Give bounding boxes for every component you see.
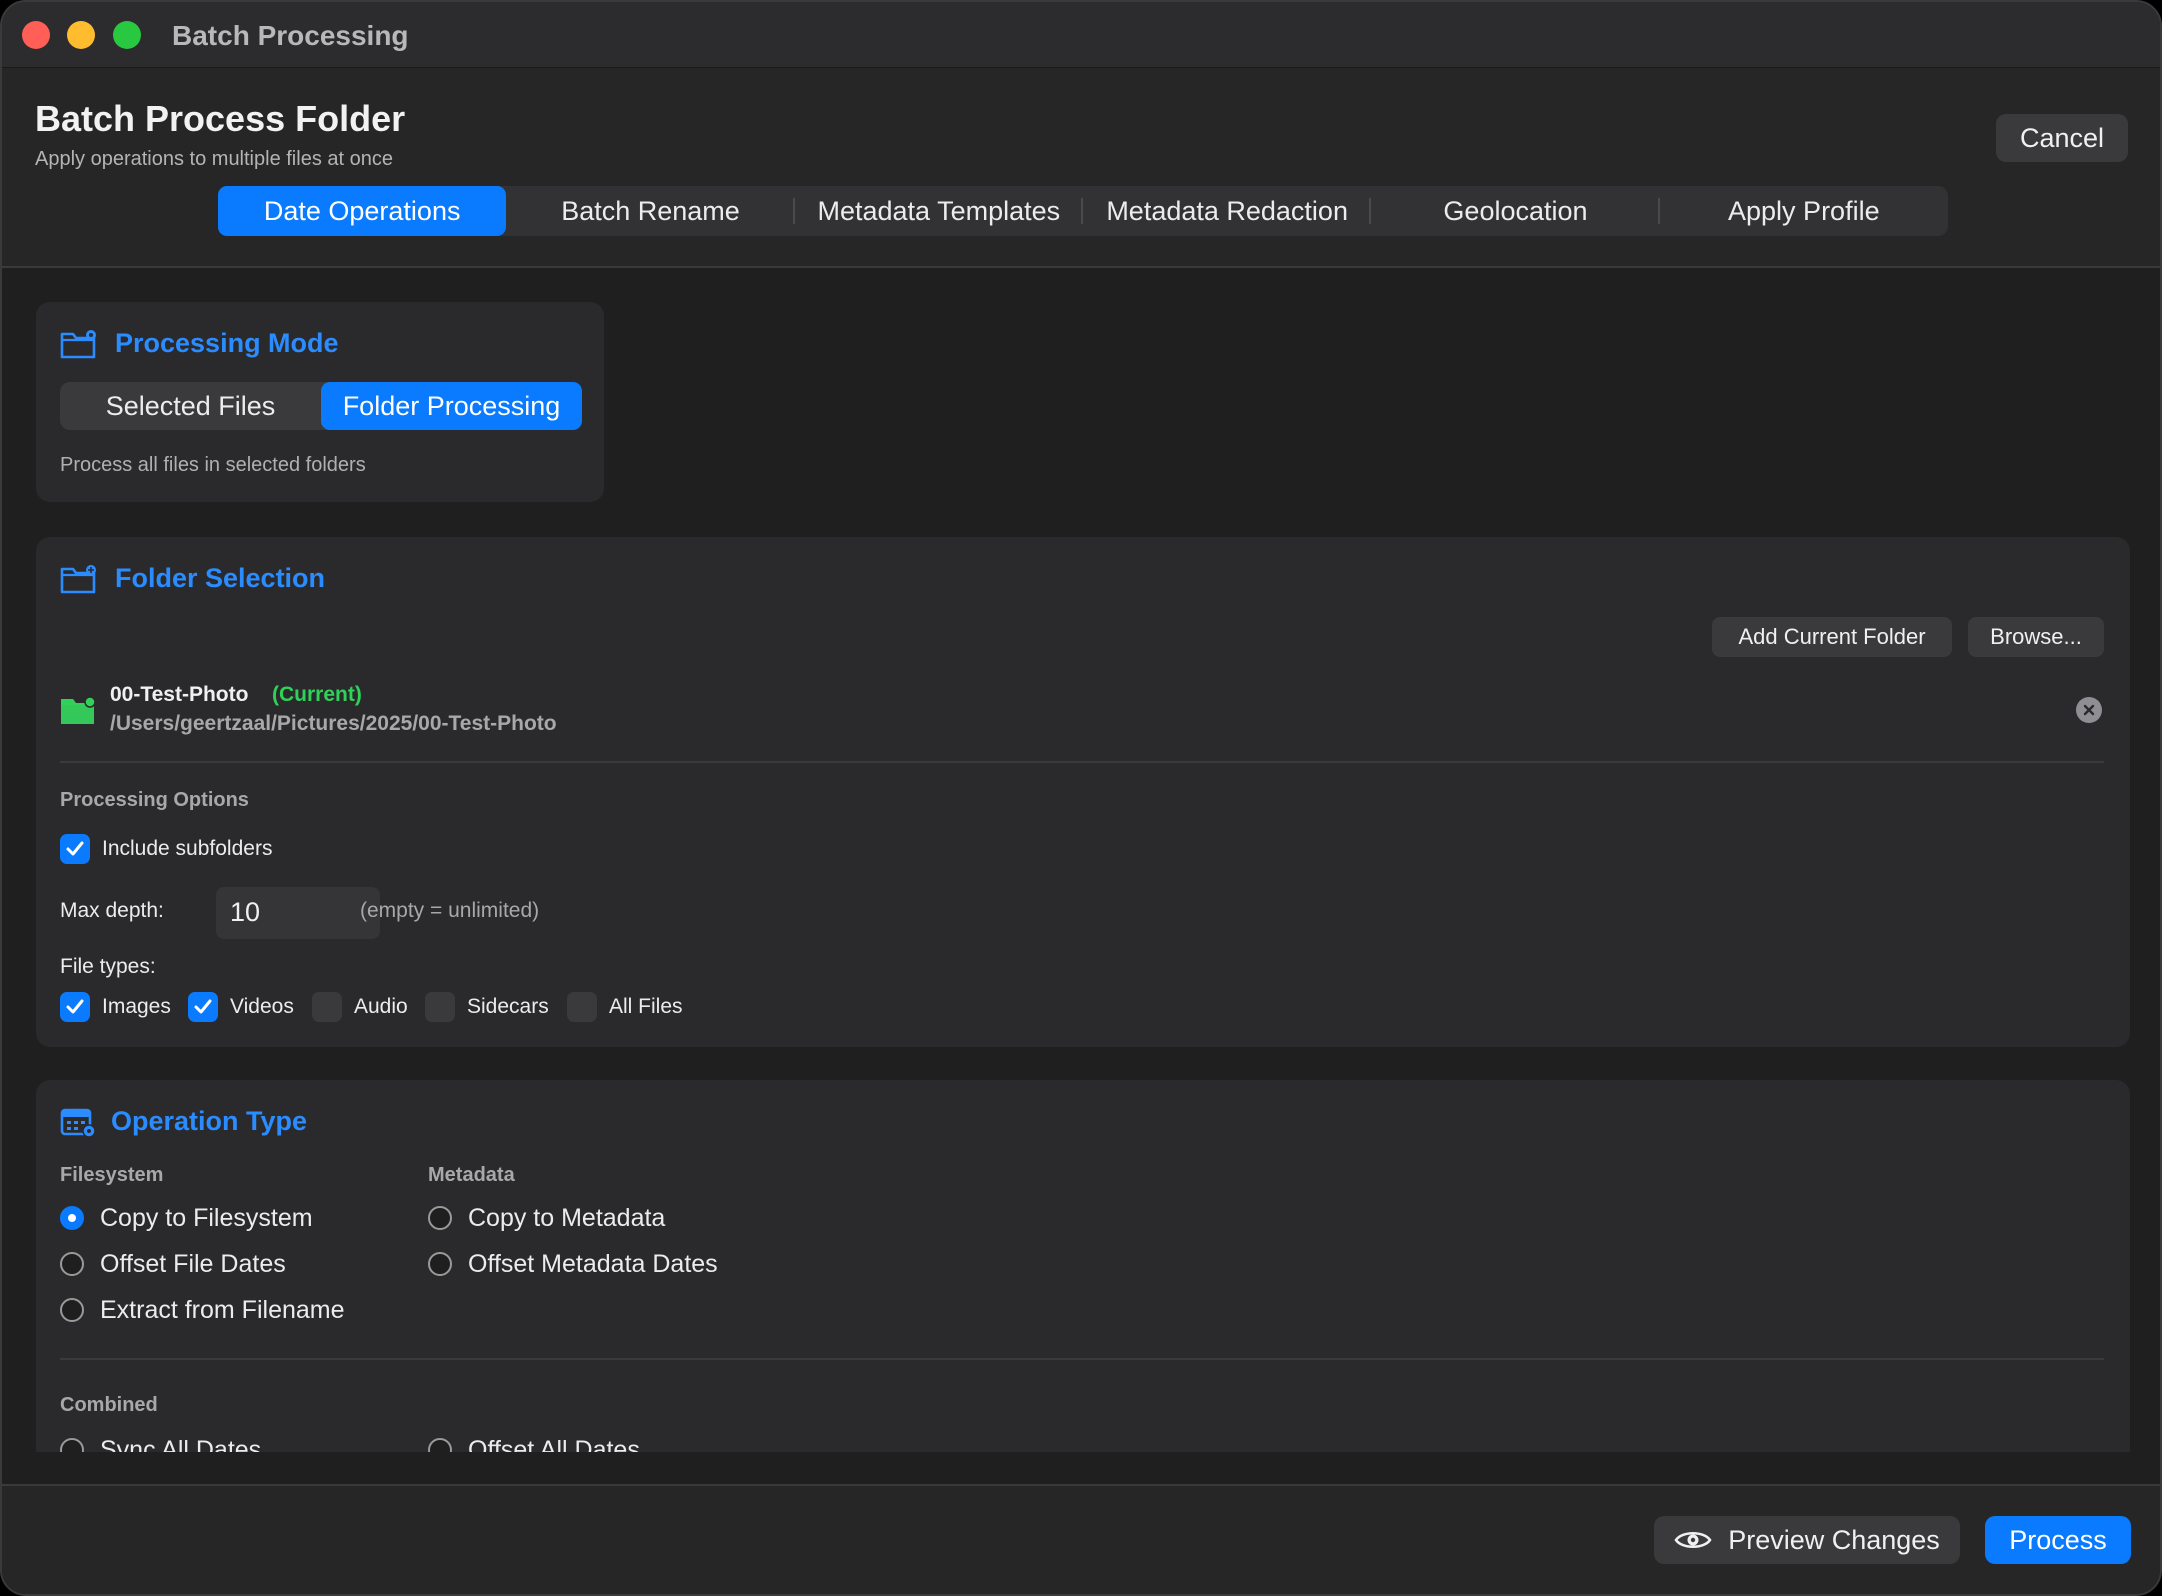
current-badge: (Current) xyxy=(272,683,362,706)
audio-checkbox[interactable] xyxy=(312,992,342,1022)
cancel-button[interactable]: Cancel xyxy=(1996,114,2128,162)
filesystem-group-label: Filesystem xyxy=(60,1164,164,1186)
folder-selection-card: Folder Selection Add Current Folder Brow… xyxy=(36,537,2130,1047)
folder-gear-icon xyxy=(60,330,96,359)
audio-label: Audio xyxy=(354,995,408,1018)
tab-label: Date Operations xyxy=(263,195,461,226)
tab-label: Metadata Redaction xyxy=(1106,195,1348,226)
minimize-window-button[interactable] xyxy=(67,21,95,49)
tab-metadata-redaction[interactable]: Metadata Redaction xyxy=(1083,186,1372,236)
folder-icon xyxy=(61,696,96,724)
processing-mode-card: Processing Mode Selected Files Folder Pr… xyxy=(36,302,604,502)
processing-mode-title: Processing Mode xyxy=(115,328,339,358)
offset-metadata-dates-radio[interactable] xyxy=(428,1252,452,1276)
page-title: Batch Process Folder xyxy=(35,98,406,139)
folder-path: /Users/geertzaal/Pictures/2025/00-Test-P… xyxy=(110,712,557,735)
checkmark-icon xyxy=(194,999,212,1014)
tab-batch-rename[interactable]: Batch Rename xyxy=(506,186,795,236)
sync-all-dates-label: Sync All Dates xyxy=(100,1436,262,1452)
tab-apply-profile[interactable]: Apply Profile xyxy=(1660,186,1948,236)
metadata-group-label: Metadata xyxy=(428,1164,515,1186)
offset-file-dates-radio[interactable] xyxy=(60,1252,84,1276)
segment-folder-processing[interactable]: Folder Processing xyxy=(321,382,582,430)
processing-mode-description: Process all files in selected folders xyxy=(60,454,366,476)
extract-from-filename-radio[interactable] xyxy=(60,1298,84,1322)
window-title: Batch Processing xyxy=(172,20,409,51)
copy-to-filesystem-radio[interactable] xyxy=(60,1206,84,1230)
operation-type-card: Operation Type Filesystem Metadata Copy … xyxy=(36,1080,2130,1452)
tab-geolocation[interactable]: Geolocation xyxy=(1371,186,1660,236)
folder-selection-title: Folder Selection xyxy=(115,563,326,593)
processing-options-label: Processing Options xyxy=(60,789,249,811)
tab-label: Batch Rename xyxy=(561,195,740,226)
sidecars-label: Sidecars xyxy=(467,995,549,1018)
include-subfolders-label: Include subfolders xyxy=(102,837,273,860)
add-current-folder-button[interactable]: Add Current Folder xyxy=(1712,617,1952,657)
offset-all-dates-radio[interactable] xyxy=(428,1438,452,1452)
sidecars-checkbox[interactable] xyxy=(425,992,455,1022)
videos-label: Videos xyxy=(230,995,294,1018)
browse-button[interactable]: Browse... xyxy=(1968,617,2104,657)
extract-from-filename-label: Extract from Filename xyxy=(100,1296,345,1324)
tab-label: Geolocation xyxy=(1443,195,1588,226)
title-bar: Batch Processing xyxy=(2,2,2160,68)
page-subtitle: Apply operations to multiple files at on… xyxy=(35,148,393,170)
operation-tabs: Date Operations Batch Rename Metadata Te… xyxy=(218,186,1948,236)
close-icon xyxy=(2083,704,2095,716)
operation-type-title: Operation Type xyxy=(111,1106,308,1136)
footer: Preview Changes Process xyxy=(2,1484,2160,1594)
copy-to-metadata-label: Copy to Metadata xyxy=(468,1204,666,1232)
tab-label: Apply Profile xyxy=(1728,195,1880,226)
header: Batch Process Folder Apply operations to… xyxy=(2,68,2160,268)
videos-checkbox[interactable] xyxy=(188,992,218,1022)
folder-name: 00-Test-Photo xyxy=(110,683,249,706)
tab-date-operations[interactable]: Date Operations xyxy=(218,186,507,236)
all-files-checkbox[interactable] xyxy=(567,992,597,1022)
tab-metadata-templates[interactable]: Metadata Templates xyxy=(795,186,1083,236)
copy-to-filesystem-label: Copy to Filesystem xyxy=(100,1204,313,1232)
images-label: Images xyxy=(102,995,171,1018)
offset-metadata-dates-label: Offset Metadata Dates xyxy=(468,1250,718,1278)
operation-divider xyxy=(60,1358,2104,1360)
offset-file-dates-label: Offset File Dates xyxy=(100,1250,286,1278)
copy-to-metadata-radio[interactable] xyxy=(428,1206,452,1230)
all-files-label: All Files xyxy=(609,995,683,1018)
sync-all-dates-radio[interactable] xyxy=(60,1438,84,1452)
segment-selected-files[interactable]: Selected Files xyxy=(60,382,321,430)
close-window-button[interactable] xyxy=(22,21,50,49)
combined-group-label: Combined xyxy=(60,1394,158,1416)
batch-processing-window: Batch Processing Batch Process Folder Ap… xyxy=(0,0,2162,1596)
preview-changes-label: Preview Changes xyxy=(1728,1524,1940,1555)
offset-all-dates-label: Offset All Dates xyxy=(468,1436,640,1452)
process-button[interactable]: Process xyxy=(1985,1516,2131,1564)
remove-folder-button[interactable] xyxy=(2076,697,2102,723)
processing-mode-segmented-control: Selected Files Folder Processing xyxy=(60,382,582,430)
zoom-window-button[interactable] xyxy=(113,21,141,49)
preview-changes-button[interactable]: Preview Changes xyxy=(1654,1516,1960,1564)
folder-add-icon xyxy=(60,565,96,594)
max-depth-label: Max depth: xyxy=(60,899,164,922)
max-depth-input[interactable]: 10 xyxy=(216,887,380,939)
calendar-gear-icon xyxy=(60,1108,96,1138)
max-depth-hint: (empty = unlimited) xyxy=(360,899,540,922)
tab-label: Metadata Templates xyxy=(817,195,1061,226)
folder-divider xyxy=(60,761,2104,763)
include-subfolders-checkbox[interactable] xyxy=(60,834,90,864)
eye-icon xyxy=(1674,1531,1712,1549)
checkmark-icon xyxy=(66,841,84,856)
file-types-label: File types: xyxy=(60,955,156,978)
checkmark-icon xyxy=(66,999,84,1014)
images-checkbox[interactable] xyxy=(60,992,90,1022)
